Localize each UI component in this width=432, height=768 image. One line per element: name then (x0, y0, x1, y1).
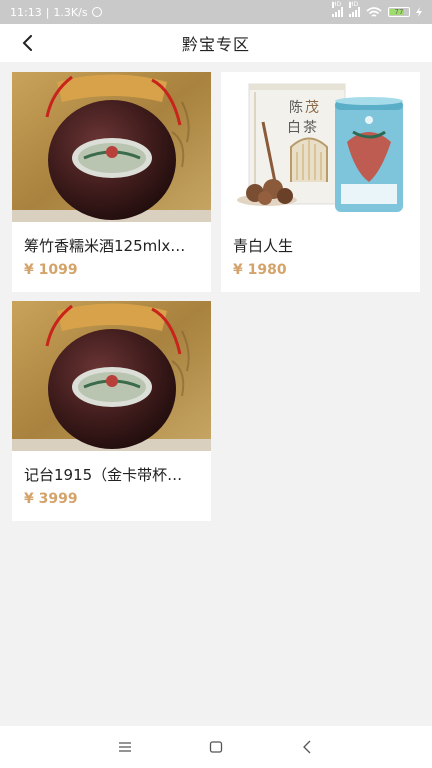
charging-icon (416, 7, 422, 17)
home-square-icon (209, 741, 223, 753)
status-left: 11:13 | 1.3K/s (10, 6, 102, 19)
signal-icon-2: HD (349, 2, 360, 17)
signal-hd-label-2: HD (349, 1, 359, 8)
network-speed: 1.3K/s (53, 5, 88, 19)
status-bar: 11:13 | 1.3K/s HD HD 77 (0, 0, 432, 24)
product-price: ¥ 1099 (24, 262, 78, 278)
wifi-icon (366, 6, 382, 17)
back-button[interactable] (16, 31, 40, 55)
svg-text:陈: 陈 (289, 99, 303, 116)
back-triangle-icon (302, 740, 311, 754)
system-back-button[interactable] (295, 735, 319, 759)
battery-level: 77 (394, 8, 404, 16)
menu-button[interactable] (113, 735, 137, 759)
product-card[interactable]: 记台1915（金卡带杯… ¥ 3999 (12, 301, 211, 521)
svg-text:茶: 茶 (303, 120, 317, 136)
menu-icon (119, 742, 132, 752)
svg-text:茂: 茂 (305, 99, 319, 116)
status-time: 11:13 (10, 5, 42, 19)
chevron-left-icon (22, 35, 32, 51)
home-button[interactable] (204, 735, 228, 759)
header: 黔宝专区 (0, 24, 432, 62)
signal-hd-label: HD (332, 1, 342, 8)
product-image-wine-jar (12, 301, 211, 451)
page-title: 黔宝专区 (181, 35, 250, 54)
status-right: HD HD 77 (332, 2, 422, 18)
product-price: ¥ 1980 (233, 262, 287, 278)
alarm-icon (91, 7, 102, 17)
system-nav-bar (0, 726, 432, 768)
status-divider: | (45, 5, 50, 19)
signal-icon: HD (332, 2, 343, 17)
product-price: ¥ 3999 (24, 491, 78, 507)
product-card[interactable]: 陈 茂 白 茶 青白人生 ¥ 1980 (221, 72, 420, 292)
svg-text:白: 白 (287, 120, 301, 136)
battery-icon: 77 (388, 7, 410, 17)
product-name: 青白人生 (233, 237, 294, 255)
product-name: 筹竹香糯米酒125mlx… (24, 237, 186, 255)
product-image-tea-box: 陈 茂 白 茶 (221, 72, 420, 222)
product-image-wine-jar (12, 72, 211, 222)
product-card[interactable]: 筹竹香糯米酒125mlx… ¥ 1099 (12, 72, 211, 292)
product-name: 记台1915（金卡带杯… (24, 466, 183, 484)
